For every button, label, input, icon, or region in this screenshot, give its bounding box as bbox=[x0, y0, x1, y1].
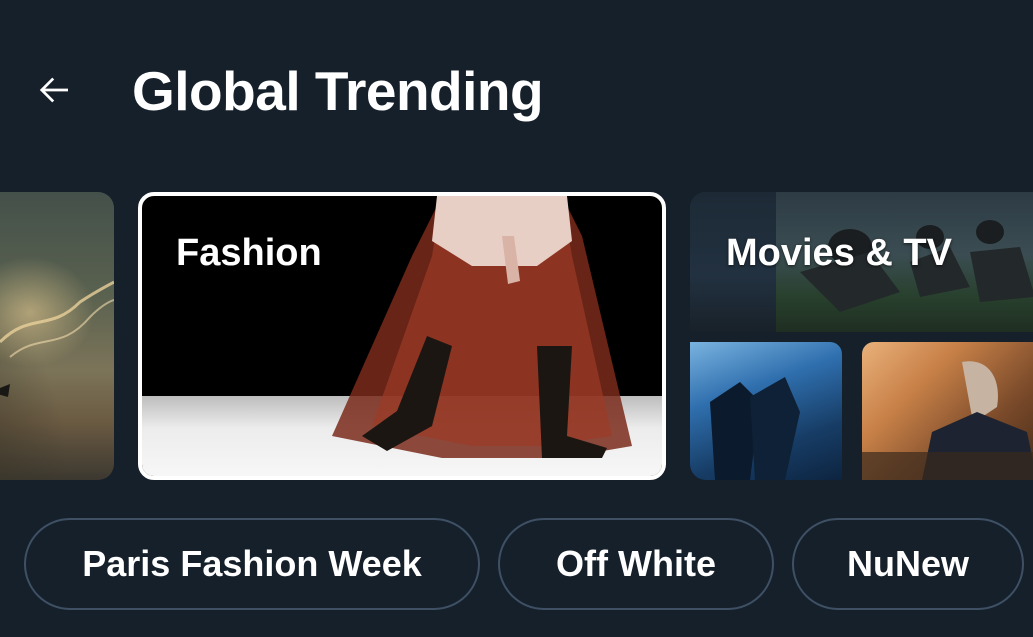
card-image-drama bbox=[862, 342, 1033, 480]
category-card-movies-tv[interactable]: Movies & TV bbox=[690, 192, 1033, 480]
chip-nunew[interactable]: NuNew bbox=[792, 518, 1024, 610]
page-title: Global Trending bbox=[132, 60, 544, 122]
card-label-movies-tv: Movies & TV bbox=[726, 232, 952, 274]
card-image bbox=[0, 280, 114, 397]
chip-off-white[interactable]: Off White bbox=[498, 518, 774, 610]
back-button[interactable] bbox=[26, 62, 82, 118]
card-label-fashion: Fashion bbox=[176, 232, 322, 274]
header: Global Trending bbox=[0, 50, 1033, 130]
category-card-previous[interactable] bbox=[0, 192, 114, 480]
chip-paris-fashion-week[interactable]: Paris Fashion Week bbox=[24, 518, 480, 610]
global-trending-screen: Global Trending Fashion Movies & TV Pari… bbox=[0, 0, 1033, 637]
card-image-action bbox=[690, 342, 842, 480]
category-carousel[interactable]: Fashion Movies & TV bbox=[0, 192, 1033, 482]
arrow-left-icon bbox=[39, 77, 68, 103]
category-card-fashion[interactable]: Fashion bbox=[138, 192, 666, 480]
trending-topic-chips: Paris Fashion Week Off White NuNew bbox=[0, 518, 1033, 612]
